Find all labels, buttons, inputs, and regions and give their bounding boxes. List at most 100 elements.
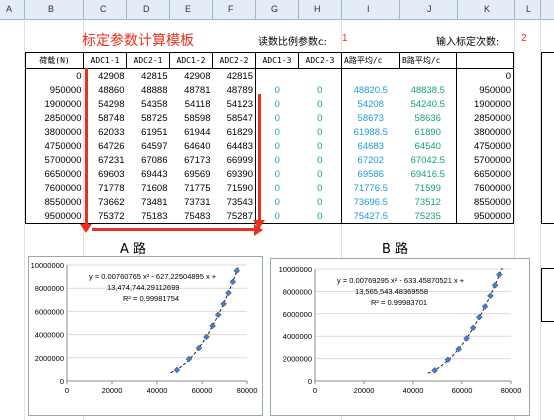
cell-load-copy[interactable]: 950000 (456, 83, 514, 97)
cell-b-average[interactable]: 69416.5 (399, 167, 457, 181)
header-b-average[interactable]: B路平均/c (399, 52, 457, 69)
cell-adc1-3[interactable]: 0 (256, 83, 299, 97)
cell-adc2-3[interactable]: 0 (298, 97, 342, 111)
cell-adc2-2[interactable]: 66999 (212, 153, 256, 167)
cell-adc2-1[interactable]: 42815 (127, 69, 170, 84)
cell-load-copy[interactable]: 9500000 (456, 209, 514, 224)
cell-adc1-1[interactable]: 64726 (84, 139, 127, 153)
cell-adc2-1[interactable]: 75183 (126, 209, 170, 224)
cell-load-copy[interactable]: 4750000 (456, 139, 514, 153)
cell-load-copy[interactable]: 8550000 (456, 195, 514, 209)
cell-load[interactable]: 950000 (25, 83, 84, 97)
cell-load[interactable]: 7600000 (25, 181, 84, 195)
cell-adc1-2[interactable]: 75483 (169, 209, 213, 224)
cell-load[interactable]: 5700000 (25, 153, 84, 167)
cell-adc2-1[interactable]: 64597 (127, 139, 170, 153)
cell-a-average[interactable]: 54208 (342, 97, 400, 111)
col-header-b[interactable]: B (48, 4, 54, 14)
cell-adc1-3[interactable]: 0 (256, 125, 299, 139)
cell-b-average[interactable]: 54240.5 (399, 97, 457, 111)
cell-a-average[interactable]: 61988.5 (342, 125, 400, 139)
cell-b-average[interactable]: 73512 (399, 195, 457, 209)
cell-adc2-1[interactable]: 48888 (127, 83, 170, 97)
cell-load[interactable]: 6650000 (25, 167, 84, 181)
cell-adc1-1[interactable]: 62033 (84, 125, 127, 139)
cell-adc1-2[interactable]: 58598 (170, 111, 213, 125)
cell-adc1-3[interactable]: 0 (256, 111, 299, 125)
cell-adc1-3[interactable]: 0 (256, 139, 299, 153)
cell-load-copy[interactable]: 7600000 (456, 181, 514, 195)
cell-a-average[interactable]: 64683 (342, 139, 400, 153)
cell-load[interactable]: 2850000 (25, 111, 84, 125)
input-count-value[interactable]: 2 (521, 33, 527, 44)
cell-a-average[interactable]: 69586 (342, 167, 400, 181)
cell-load[interactable]: 9500000 (25, 209, 84, 224)
cell-adc1-2[interactable]: 71775 (170, 181, 213, 195)
cell-a-average[interactable]: 48820.5 (342, 83, 400, 97)
cell-adc1-3[interactable]: 0 (256, 181, 299, 195)
cell-adc2-3[interactable] (298, 68, 342, 83)
cell-adc2-2[interactable]: 54123 (212, 97, 256, 111)
cell-a-average[interactable]: 67202 (342, 153, 400, 167)
cell-adc2-2[interactable]: 64483 (212, 139, 256, 153)
cell-adc2-3[interactable]: 0 (298, 167, 342, 181)
cell-load-copy[interactable]: 2850000 (456, 111, 514, 125)
cell-adc1-2[interactable]: 42908 (170, 69, 213, 84)
cell-b-average[interactable]: 71599 (399, 181, 457, 195)
cell-b-average[interactable] (399, 68, 457, 83)
cell-adc1-1[interactable]: 69603 (84, 167, 127, 181)
cell-adc2-1[interactable]: 54358 (127, 97, 170, 111)
col-header-e[interactable]: E (185, 4, 191, 14)
header-adc1-3[interactable]: ADC1-3 (255, 52, 299, 69)
header-adc2-3[interactable]: ADC2-3 (298, 52, 342, 69)
cell-adc2-2[interactable]: 75287 (212, 209, 256, 224)
cell-adc2-3[interactable]: 0 (298, 153, 342, 167)
cell-adc1-2[interactable]: 64640 (170, 139, 213, 153)
cell-adc2-1[interactable]: 71608 (127, 181, 170, 195)
cell-adc1-2[interactable]: 69569 (170, 167, 213, 181)
col-header-c[interactable]: C (100, 4, 107, 14)
cell-b-average[interactable]: 58636 (399, 111, 457, 125)
cell-adc1-1[interactable]: 67231 (84, 153, 127, 167)
cell-adc2-2[interactable]: 69390 (212, 167, 256, 181)
col-header-f[interactable]: F (228, 4, 234, 14)
header-adc2-2[interactable]: ADC2-2 (212, 52, 256, 69)
cell-adc1-3[interactable]: 0 (256, 97, 299, 111)
cell-load-copy[interactable]: 6650000 (456, 167, 514, 181)
cell-adc2-3[interactable]: 0 (298, 139, 342, 153)
cell-load-copy[interactable]: 3800000 (456, 125, 514, 139)
cell-adc1-1[interactable]: 73662 (84, 195, 127, 209)
col-header-l[interactable]: L (526, 4, 531, 14)
cell-adc2-2[interactable]: 71590 (212, 181, 256, 195)
header-load[interactable]: 荷载(N) (25, 52, 84, 69)
cell-adc2-1[interactable]: 61951 (127, 125, 170, 139)
cell-adc1-1[interactable]: 71778 (84, 181, 127, 195)
header-adc1-1[interactable]: ADC1-1 (83, 52, 127, 69)
cell-a-average[interactable] (342, 69, 400, 84)
cell-a-average[interactable]: 58673 (342, 111, 400, 125)
cell-b-average[interactable]: 64540 (399, 139, 457, 153)
cell-adc1-2[interactable]: 67173 (170, 153, 213, 167)
cell-adc2-3[interactable]: 0 (298, 111, 342, 125)
cell-adc1-2[interactable]: 73731 (170, 195, 213, 209)
cell-adc1-2[interactable]: 48781 (170, 83, 213, 97)
cell-load[interactable]: 4750000 (25, 139, 84, 153)
cell-adc1-1[interactable]: 58748 (84, 111, 127, 125)
cell-adc1-3[interactable]: 0 (256, 153, 299, 167)
cell-b-average[interactable]: 61890 (399, 125, 457, 139)
header-adc2-1[interactable]: ADC2-1 (126, 52, 170, 69)
cell-load-copy[interactable]: 1900000 (456, 97, 514, 111)
cell-load[interactable]: 8550000 (25, 195, 84, 209)
cell-adc2-1[interactable]: 67086 (127, 153, 170, 167)
cell-adc2-2[interactable]: 48789 (212, 83, 256, 97)
cell-adc2-1[interactable]: 69443 (127, 167, 170, 181)
cell-load[interactable]: 0 (25, 68, 84, 83)
cell-adc1-1[interactable]: 42908 (84, 69, 127, 84)
header-a-average[interactable]: A路平均/c (341, 52, 400, 69)
cell-adc1-1[interactable]: 54298 (84, 97, 127, 111)
col-header-i[interactable]: I (367, 4, 370, 14)
cell-adc2-2[interactable]: 58547 (212, 111, 256, 125)
cell-adc1-3[interactable]: 0 (256, 167, 299, 181)
cell-adc2-1[interactable]: 58725 (127, 111, 170, 125)
cell-adc1-1[interactable]: 48860 (84, 83, 127, 97)
